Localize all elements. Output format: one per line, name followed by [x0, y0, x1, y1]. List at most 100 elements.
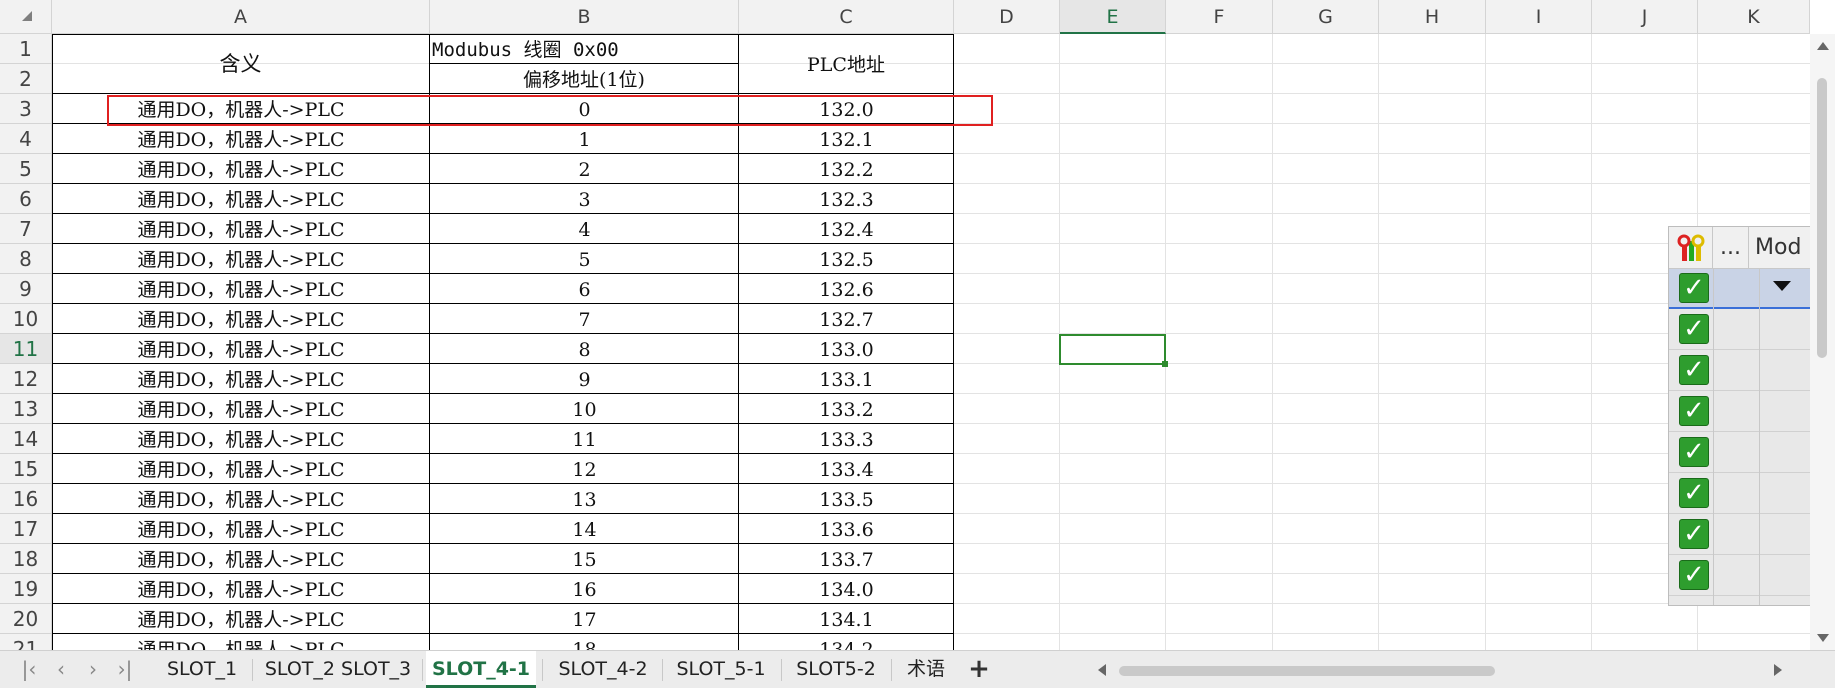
horizontal-scroll-thumb[interactable] [1119, 666, 1495, 676]
vertical-scroll-thumb[interactable] [1817, 78, 1827, 358]
plc-address-cell[interactable]: 133.0 [739, 334, 954, 364]
row-header-21[interactable]: 21 [0, 634, 52, 650]
widget-row[interactable]: ✓ [1669, 515, 1811, 555]
row-header-9[interactable]: 9 [0, 274, 52, 304]
column-header-h[interactable]: H [1379, 0, 1486, 34]
scroll-up-arrow-icon[interactable] [1817, 42, 1829, 50]
next-sheet-icon[interactable]: › [80, 651, 106, 689]
meaning-cell[interactable]: 通用DO，机器人->PLC [52, 454, 430, 484]
widget-row[interactable]: ✓ [1669, 351, 1811, 391]
meaning-cell[interactable]: 通用DO，机器人->PLC [52, 244, 430, 274]
meaning-cell[interactable]: 通用DO，机器人->PLC [52, 334, 430, 364]
row-header-12[interactable]: 12 [0, 364, 52, 394]
row-header-17[interactable]: 17 [0, 514, 52, 544]
plc-address-cell[interactable]: 133.3 [739, 424, 954, 454]
plc-address-cell[interactable]: 132.4 [739, 214, 954, 244]
meaning-cell[interactable]: 通用DO，机器人->PLC [52, 184, 430, 214]
meaning-cell[interactable]: 通用DO，机器人->PLC [52, 634, 430, 650]
scroll-down-arrow-icon[interactable] [1817, 634, 1829, 642]
row-header-7[interactable]: 7 [0, 214, 52, 244]
meaning-cell[interactable]: 通用DO，机器人->PLC [52, 424, 430, 454]
prev-sheet-icon[interactable]: ‹ [48, 651, 74, 689]
offset-cell[interactable]: 12 [430, 454, 739, 484]
meaning-cell[interactable]: 通用DO，机器人->PLC [52, 124, 430, 154]
column-header-e[interactable]: E [1060, 0, 1166, 34]
horizontal-scrollbar[interactable] [1090, 659, 1790, 681]
meaning-cell[interactable]: 通用DO，机器人->PLC [52, 214, 430, 244]
plc-address-cell[interactable]: 132.2 [739, 154, 954, 184]
column-header-j[interactable]: J [1592, 0, 1698, 34]
row-header-14[interactable]: 14 [0, 424, 52, 454]
plc-address-cell[interactable]: 134.2 [739, 634, 954, 650]
row-header-15[interactable]: 15 [0, 454, 52, 484]
plc-address-cell[interactable]: 133.2 [739, 394, 954, 424]
sheet-tab-1[interactable]: SLOT_1 [158, 651, 246, 688]
column-header-i[interactable]: I [1486, 0, 1592, 34]
add-sheet-icon[interactable]: + [966, 651, 992, 689]
checkbox-checked-icon[interactable]: ✓ [1679, 560, 1709, 590]
meaning-cell[interactable]: 通用DO，机器人->PLC [52, 274, 430, 304]
column-header-g[interactable]: G [1273, 0, 1379, 34]
offset-cell[interactable]: 17 [430, 604, 739, 634]
floating-io-panel[interactable]: ... Mod ✓ ✓ ✓ ✓ ✓ ✓ ✓ ✓ [1668, 226, 1812, 606]
offset-cell[interactable]: 14 [430, 514, 739, 544]
offset-cell[interactable]: 3 [430, 184, 739, 214]
row-header-1[interactable]: 1 [0, 34, 52, 64]
offset-cell[interactable]: 4 [430, 214, 739, 244]
meaning-cell[interactable]: 通用DO，机器人->PLC [52, 304, 430, 334]
fill-handle[interactable] [1162, 361, 1168, 367]
plc-address-cell[interactable]: 132.1 [739, 124, 954, 154]
first-sheet-icon[interactable]: |‹ [16, 651, 42, 689]
tools-icon[interactable] [1669, 227, 1713, 269]
row-header-11[interactable]: 11 [0, 334, 52, 364]
meaning-cell[interactable]: 通用DO，机器人->PLC [52, 154, 430, 184]
more-options-button[interactable]: ... [1713, 227, 1749, 269]
row-header-2[interactable]: 2 [0, 64, 52, 94]
checkbox-checked-icon[interactable]: ✓ [1679, 314, 1709, 344]
plc-address-cell[interactable]: 133.5 [739, 484, 954, 514]
header-meaning[interactable]: 含义 [52, 34, 429, 94]
plc-address-cell[interactable]: 132.5 [739, 244, 954, 274]
vertical-scrollbar[interactable] [1810, 34, 1835, 650]
sheet-tab-3[interactable]: SLOT_4-1 [426, 651, 536, 688]
column-header-f[interactable]: F [1166, 0, 1273, 34]
offset-cell[interactable]: 11 [430, 424, 739, 454]
meaning-cell[interactable]: 通用DO，机器人->PLC [52, 364, 430, 394]
row-header-4[interactable]: 4 [0, 124, 52, 154]
plc-address-cell[interactable]: 133.6 [739, 514, 954, 544]
offset-cell[interactable]: 16 [430, 574, 739, 604]
row-header-20[interactable]: 20 [0, 604, 52, 634]
offset-cell[interactable]: 6 [430, 274, 739, 304]
spreadsheet-grid[interactable]: ABCDEFGHIJK 1 2 3 4 5 6 7 8 9 10 11 12 13 14 15 16 17 18 1… [0, 0, 1835, 650]
widget-row[interactable]: ✓ [1669, 269, 1811, 309]
plc-address-cell[interactable]: 133.7 [739, 544, 954, 574]
plc-address-cell[interactable]: 132.6 [739, 274, 954, 304]
last-sheet-icon[interactable]: ›| [112, 651, 138, 689]
widget-row[interactable]: ✓ [1669, 556, 1811, 596]
sheet-tab-5[interactable]: SLOT_5-1 [666, 651, 776, 688]
offset-cell[interactable]: 18 [430, 634, 739, 650]
select-all-corner[interactable] [0, 0, 52, 34]
meaning-cell[interactable]: 通用DO，机器人->PLC [52, 394, 430, 424]
checkbox-checked-icon[interactable]: ✓ [1679, 396, 1709, 426]
row-header-19[interactable]: 19 [0, 574, 52, 604]
offset-cell[interactable]: 2 [430, 154, 739, 184]
sheet-tab-2[interactable]: SLOT_2 SLOT_3 [258, 651, 418, 688]
column-header-c[interactable]: C [739, 0, 954, 34]
checkbox-checked-icon[interactable]: ✓ [1679, 273, 1709, 303]
sheet-tab-6[interactable]: SLOT5-2 [786, 651, 886, 688]
offset-cell[interactable]: 9 [430, 364, 739, 394]
checkbox-checked-icon[interactable]: ✓ [1679, 478, 1709, 508]
plc-address-cell[interactable]: 134.1 [739, 604, 954, 634]
widget-row[interactable]: ✓ [1669, 310, 1811, 350]
plc-address-cell[interactable]: 134.0 [739, 574, 954, 604]
checkbox-checked-icon[interactable]: ✓ [1679, 437, 1709, 467]
meaning-cell[interactable]: 通用DO，机器人->PLC [52, 514, 430, 544]
plc-address-cell[interactable]: 133.4 [739, 454, 954, 484]
offset-cell[interactable]: 8 [430, 334, 739, 364]
meaning-cell[interactable]: 通用DO，机器人->PLC [52, 544, 430, 574]
mode-column-header[interactable]: Mod [1749, 227, 1811, 269]
dropdown-arrow-icon[interactable] [1773, 281, 1791, 291]
row-header-13[interactable]: 13 [0, 394, 52, 424]
scroll-left-arrow-icon[interactable] [1098, 664, 1106, 676]
